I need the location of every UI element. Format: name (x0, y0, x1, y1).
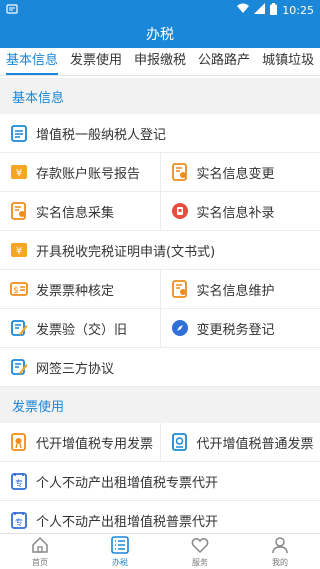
nav-item-1[interactable]: 办税 (80, 534, 160, 569)
service-item-label: 代开增值税专用发票 (36, 436, 154, 452)
nav-item-label: 服务 (192, 557, 208, 567)
service-grid: 增值税一般纳税人登记 ¥ 存款账户账号报告 实名信息变更实名信息采集 实名信息补录 ¥ 开具… (0, 114, 320, 387)
tab-0[interactable]: 基本信息 (0, 48, 64, 75)
red-badge-icon (171, 202, 189, 220)
special-invoice-icon: 专 (10, 472, 28, 490)
money-icon: $ (10, 280, 28, 298)
yen-card-icon: ¥ (10, 163, 28, 181)
wifi-icon (237, 3, 250, 17)
service-item-label: 增值税一般纳税人登记 (36, 127, 167, 143)
tab-3[interactable]: 公路路产 (192, 48, 256, 75)
section-title: 基本信息 (0, 78, 320, 114)
service-item-label: 实名信息补录 (196, 205, 275, 221)
service-item[interactable]: $ 发票票种核定 (0, 270, 160, 308)
service-row: $ 发票票种核定 实名信息维护 (0, 270, 320, 309)
service-item[interactable]: 代开增值税普通发票 (159, 423, 320, 461)
service-item-label: 实名信息维护 (196, 283, 275, 299)
service-row: 代开增值税专用发票 代开增值税普通发票 (0, 423, 320, 462)
service-row: 专 个人不动产出租增值税普票代开 (0, 501, 320, 533)
service-row: ¥ 存款账户账号报告 实名信息变更 (0, 153, 320, 192)
tab-2[interactable]: 申报缴税 (128, 48, 192, 75)
service-item-label: 发票验（交）旧 (36, 322, 128, 338)
home-icon (31, 536, 49, 557)
service-item-label: 代开增值税普通发票 (196, 436, 314, 452)
service-row: 增值税一般纳税人登记 (0, 114, 320, 153)
stamp-doc-icon (171, 433, 189, 451)
svg-text:专: 专 (15, 517, 23, 527)
service-item[interactable]: 发票验（交）旧 (0, 309, 160, 347)
service-item[interactable]: 专 个人不动产出租增值税专票代开 (0, 462, 320, 500)
service-item[interactable]: 专 个人不动产出租增值税普票代开 (0, 501, 320, 533)
compass-icon (171, 319, 189, 337)
bottom-nav: 首页 办税 服务 我的 (0, 533, 320, 569)
service-item-label: 开具税收完税证明申请(文书式) (36, 244, 216, 260)
signal-icon (254, 3, 266, 17)
nav-item-0[interactable]: 首页 (0, 534, 80, 569)
svg-text:$: $ (13, 286, 19, 296)
tab-4[interactable]: 城镇垃圾 (256, 48, 320, 75)
service-grid: 代开增值税专用发票 代开增值税普通发票专个人不动产出租增值税专票代开专个人不动产出… (0, 423, 320, 533)
status-time: 10:25 (282, 3, 314, 17)
svg-text:¥: ¥ (16, 168, 22, 179)
nav-item-label: 办税 (112, 557, 128, 567)
service-row: 发票验（交）旧 变更税务登记 (0, 309, 320, 348)
category-tabs: 基本信息 发票使用 申报缴税 公路路产 城镇垃圾 (0, 48, 320, 76)
service-item[interactable]: 实名信息维护 (159, 270, 320, 308)
medal-doc-icon (10, 433, 28, 451)
service-row: ¥ 开具税收完税证明申请(文书式) (0, 231, 320, 270)
nav-item-label: 首页 (32, 557, 48, 567)
id-doc-icon (171, 163, 189, 181)
status-bar: 10:25 (0, 0, 320, 20)
clipboard-icon (10, 124, 28, 142)
page-title: 办税 (0, 20, 320, 48)
user-icon (271, 536, 289, 557)
nav-item-label: 我的 (272, 557, 288, 567)
content-scroll[interactable]: 基本信息增值税一般纳税人登记 ¥ 存款账户账号报告 实名信息变更实名信息采集 实名信息补… (0, 78, 320, 533)
list-icon (111, 535, 129, 557)
section-title: 发票使用 (0, 387, 320, 423)
service-item-label: 实名信息采集 (36, 205, 115, 221)
service-item[interactable]: 变更税务登记 (159, 309, 320, 347)
service-item[interactable]: 实名信息补录 (159, 192, 320, 230)
yen-card-icon: ¥ (10, 241, 28, 259)
service-item-label: 发票票种核定 (36, 283, 115, 299)
service-item-label: 个人不动产出租增值税专票代开 (36, 475, 219, 491)
battery-icon (270, 2, 278, 18)
heart-icon (191, 536, 209, 557)
service-item-label: 变更税务登记 (196, 322, 275, 338)
tab-1[interactable]: 发票使用 (64, 48, 128, 75)
edit-doc-icon (10, 358, 28, 376)
service-item-label: 存款账户账号报告 (36, 166, 141, 182)
id-doc-icon (171, 280, 189, 298)
service-item[interactable]: 代开增值税专用发票 (0, 423, 160, 461)
service-row: 网签三方协议 (0, 348, 320, 387)
service-item[interactable]: 实名信息采集 (0, 192, 160, 230)
service-item-label: 个人不动产出租增值税普票代开 (36, 514, 219, 530)
service-row: 实名信息采集 实名信息补录 (0, 192, 320, 231)
service-item[interactable]: 网签三方协议 (0, 348, 320, 386)
id-doc-icon (10, 202, 28, 220)
nav-item-3[interactable]: 我的 (240, 534, 320, 569)
svg-text:专: 专 (15, 478, 23, 488)
nav-item-2[interactable]: 服务 (160, 534, 240, 569)
service-item-label: 网签三方协议 (36, 361, 115, 377)
edit-doc-icon (10, 319, 28, 337)
service-item[interactable]: ¥ 开具税收完税证明申请(文书式) (0, 231, 320, 269)
service-item[interactable]: ¥ 存款账户账号报告 (0, 153, 160, 191)
service-item[interactable]: 增值税一般纳税人登记 (0, 114, 320, 152)
special-invoice-icon: 专 (10, 511, 28, 529)
svg-text:¥: ¥ (16, 246, 22, 257)
service-item[interactable]: 实名信息变更 (159, 153, 320, 191)
service-row: 专 个人不动产出租增值税专票代开 (0, 462, 320, 501)
service-item-label: 实名信息变更 (196, 166, 275, 182)
android-status-icon (6, 3, 18, 18)
